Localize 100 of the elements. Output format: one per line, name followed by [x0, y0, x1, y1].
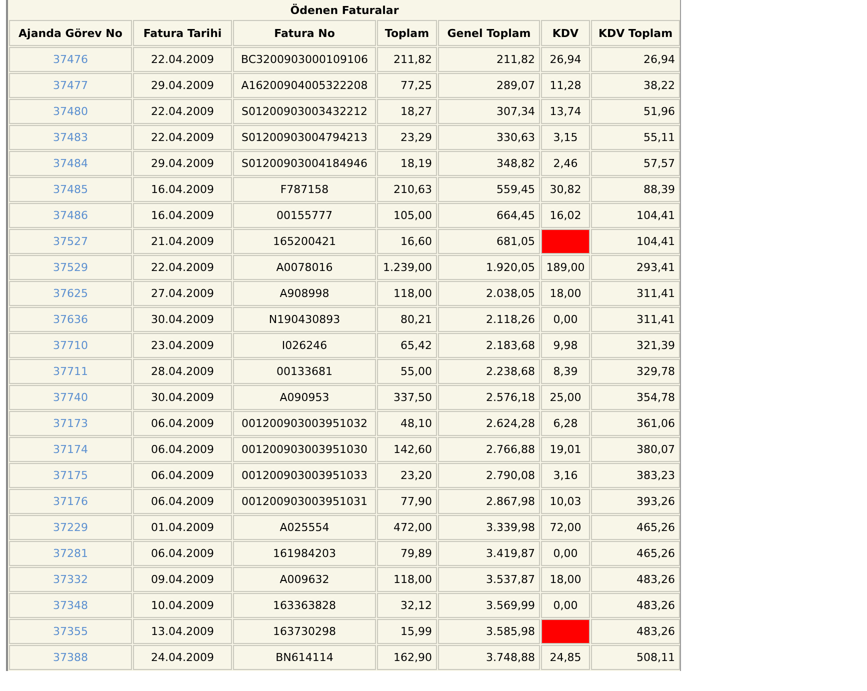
table-cell: 2.790,08	[438, 463, 540, 488]
table-cell: 23,20	[377, 463, 437, 488]
task-number-link[interactable]: 37740	[53, 391, 88, 404]
table-cell: 3.537,87	[438, 567, 540, 592]
table-cell: 2.038,05	[438, 281, 540, 306]
table-cell: A009632	[233, 567, 376, 592]
table-cell: 15,99	[377, 619, 437, 644]
task-number-link[interactable]: 37476	[53, 53, 88, 66]
task-number-link[interactable]: 37710	[53, 339, 88, 352]
table-cell: 22.04.2009	[133, 255, 232, 280]
table-cell: 10.04.2009	[133, 593, 232, 618]
task-number-link[interactable]: 37477	[53, 79, 88, 92]
table-cell: 321,39	[591, 333, 680, 358]
table-cell: 8,39	[541, 359, 590, 384]
task-number-link[interactable]: 37711	[53, 365, 88, 378]
task-number-link[interactable]: 37229	[53, 521, 88, 534]
table-cell: 30,82	[541, 177, 590, 202]
task-number-link[interactable]: 37636	[53, 313, 88, 326]
table-cell: 329,78	[591, 359, 680, 384]
table-cell: 01.04.2009	[133, 515, 232, 540]
table-cell: 330,63	[438, 125, 540, 150]
table-cell: 79,89	[377, 541, 437, 566]
table-cell: 48,10	[377, 411, 437, 436]
table-cell: 21.04.2009	[133, 229, 232, 254]
table-cell: 465,26	[591, 541, 680, 566]
table-cell: BN614114	[233, 645, 376, 670]
table-cell: 163730298	[233, 619, 376, 644]
table-cell: A16200904005322208	[233, 73, 376, 98]
table-cell: 24.04.2009	[133, 645, 232, 670]
table-cell: 3.569,99	[438, 593, 540, 618]
task-number-link[interactable]: 37483	[53, 131, 88, 144]
table-cell: A090953	[233, 385, 376, 410]
table-cell: 0,00	[541, 593, 590, 618]
table-cell: 105,00	[377, 203, 437, 228]
table-cell: 664,45	[438, 203, 540, 228]
table-cell: 2.118,26	[438, 307, 540, 332]
task-number-link[interactable]: 37173	[53, 417, 88, 430]
table-cell: 18,00	[541, 281, 590, 306]
task-number-link[interactable]: 37484	[53, 157, 88, 170]
column-header: Ajanda Görev No	[9, 20, 132, 46]
table-cell: 13.04.2009	[133, 619, 232, 644]
table-cell: 3.585,98	[438, 619, 540, 644]
table-cell: 118,00	[377, 281, 437, 306]
table-cell: 23,29	[377, 125, 437, 150]
table-cell: 483,26	[591, 593, 680, 618]
table-cell: 001200903003951033	[233, 463, 376, 488]
table-cell: 72,00	[541, 515, 590, 540]
table-cell: 09.04.2009	[133, 567, 232, 592]
table-cell: 307,34	[438, 99, 540, 124]
table-cell: 3,16	[541, 463, 590, 488]
table-cell: S01200903003432212	[233, 99, 376, 124]
table-cell: 104,41	[591, 229, 680, 254]
table-cell: 211,82	[438, 47, 540, 72]
task-number-link[interactable]: 37332	[53, 573, 88, 586]
table-cell: 2,46	[541, 151, 590, 176]
table-cell: 28.04.2009	[133, 359, 232, 384]
table-cell: 681,05	[438, 229, 540, 254]
table-cell: 06.04.2009	[133, 437, 232, 462]
table-cell: 06.04.2009	[133, 463, 232, 488]
table-cell: 65,42	[377, 333, 437, 358]
task-number-link[interactable]: 37281	[53, 547, 88, 560]
task-number-link[interactable]: 37485	[53, 183, 88, 196]
task-number-link[interactable]: 37176	[53, 495, 88, 508]
table-cell: 10,03	[541, 489, 590, 514]
table-cell: 337,50	[377, 385, 437, 410]
task-number-link[interactable]: 37355	[53, 625, 88, 638]
column-header: Toplam	[377, 20, 437, 46]
table-cell: 57,57	[591, 151, 680, 176]
table-cell: A025554	[233, 515, 376, 540]
table-cell: 26,94	[591, 47, 680, 72]
task-number-link[interactable]: 37174	[53, 443, 88, 456]
table-cell: 380,07	[591, 437, 680, 462]
table-cell: 2.766,88	[438, 437, 540, 462]
table-cell: 29.04.2009	[133, 73, 232, 98]
table-cell: 16.04.2009	[133, 177, 232, 202]
task-number-link[interactable]: 37388	[53, 651, 88, 664]
table-cell: 23.04.2009	[133, 333, 232, 358]
task-number-link[interactable]: 37480	[53, 105, 88, 118]
task-number-link[interactable]: 37348	[53, 599, 88, 612]
column-header: Genel Toplam	[438, 20, 540, 46]
table-cell: 27.04.2009	[133, 281, 232, 306]
task-number-link[interactable]: 37625	[53, 287, 88, 300]
task-number-link[interactable]: 37527	[53, 235, 88, 248]
table-cell: 3.339,98	[438, 515, 540, 540]
table-cell: 06.04.2009	[133, 489, 232, 514]
table-cell: 383,23	[591, 463, 680, 488]
table-cell: 30.04.2009	[133, 307, 232, 332]
table-cell: 9,98	[541, 333, 590, 358]
table-cell: 311,41	[591, 281, 680, 306]
table-cell: 2.238,68	[438, 359, 540, 384]
table-cell: A0078016	[233, 255, 376, 280]
table-cell: 24,85	[541, 645, 590, 670]
table-cell: 163363828	[233, 593, 376, 618]
table-cell: 472,00	[377, 515, 437, 540]
task-number-link[interactable]: 37175	[53, 469, 88, 482]
table-cell: S01200903004184946	[233, 151, 376, 176]
table-cell: 30.04.2009	[133, 385, 232, 410]
task-number-link[interactable]: 37529	[53, 261, 88, 274]
table-cell: 465,26	[591, 515, 680, 540]
task-number-link[interactable]: 37486	[53, 209, 88, 222]
